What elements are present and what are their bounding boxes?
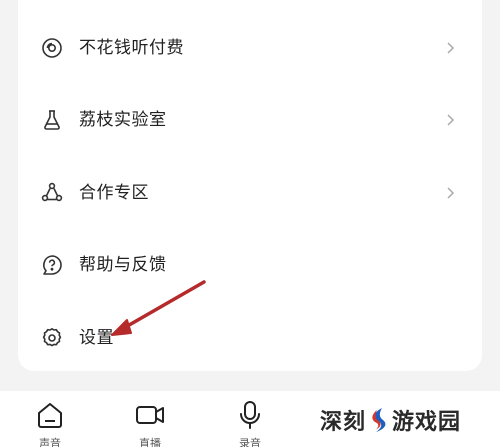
tab-live[interactable]: 直播 [110, 391, 190, 447]
menu-item-lab[interactable]: 荔枝实验室 [18, 96, 482, 144]
tab-label: 声音 [39, 437, 61, 447]
microphone-icon [234, 399, 266, 431]
menu-item-free-listen[interactable]: 不花钱听付费 [18, 24, 482, 72]
gear-icon [40, 326, 64, 350]
menu-item-label: 帮助与反馈 [79, 255, 167, 275]
menu-item-label: 合作专区 [79, 183, 149, 203]
menu-item-help-feedback[interactable]: 帮助与反馈 [18, 241, 482, 289]
chevron-right-icon [442, 40, 458, 56]
tab-record[interactable]: 录音 [210, 391, 290, 447]
watermark-text-right: 游戏园 [392, 410, 462, 435]
menu-item-cooperation[interactable]: 合作专区 [18, 169, 482, 217]
menu-card: 不花钱听付费 荔枝实验室 合作专区 帮助与反馈 设置 [18, 0, 482, 371]
menu-item-label: 设置 [79, 328, 114, 348]
disc-icon [40, 36, 64, 60]
home-icon [34, 399, 66, 431]
share-icon [40, 181, 64, 205]
site-watermark: 深刻 游戏园 [320, 400, 490, 440]
menu-item-label: 不花钱听付费 [79, 38, 184, 58]
watermark-logo-icon [368, 406, 390, 434]
chevron-right-icon [442, 185, 458, 201]
tab-label: 录音 [239, 437, 261, 447]
chevron-right-icon [442, 112, 458, 128]
help-chat-icon [40, 253, 64, 277]
watermark-text-left: 深刻 [320, 410, 367, 435]
tab-label: 直播 [139, 437, 161, 447]
video-camera-icon [134, 399, 166, 431]
menu-item-settings[interactable]: 设置 [18, 314, 482, 362]
flask-icon [40, 108, 64, 132]
tab-sound[interactable]: 声音 [10, 391, 90, 447]
menu-item-label: 荔枝实验室 [79, 110, 167, 130]
